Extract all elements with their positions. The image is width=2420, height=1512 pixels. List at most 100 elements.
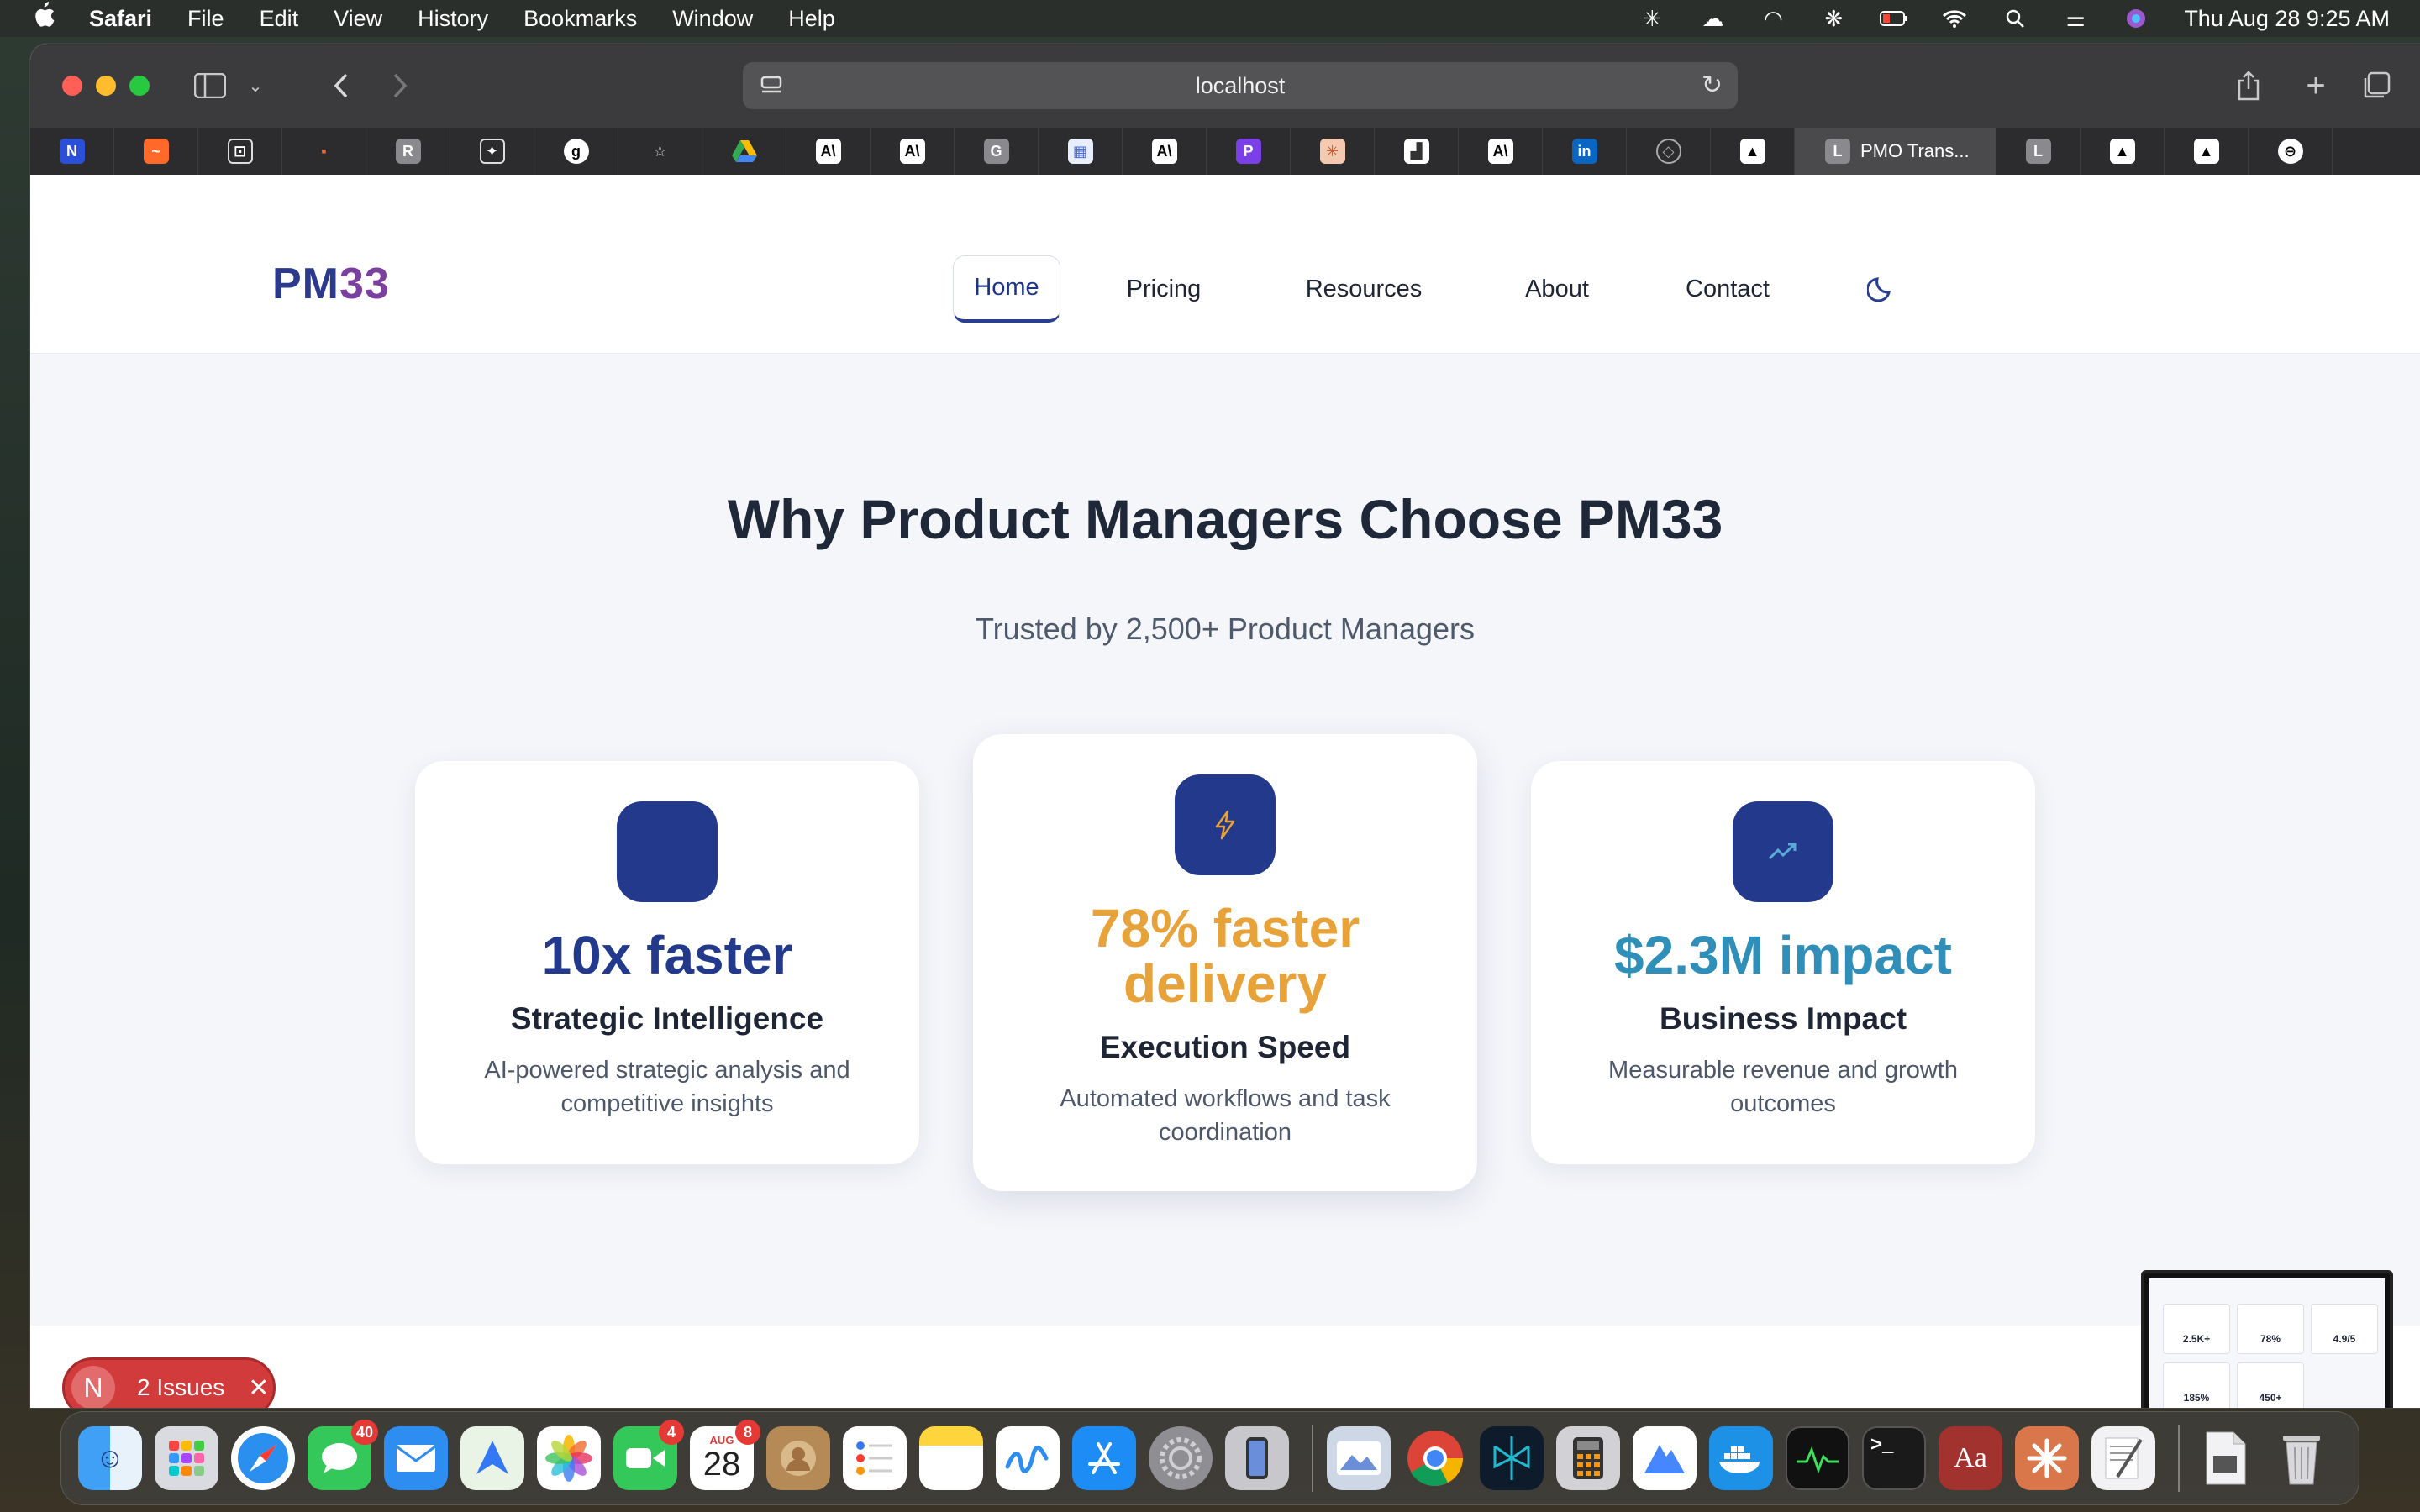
picture-in-picture-preview[interactable]: 2.5K+ 78% 4.9/5 185% 450+	[2141, 1270, 2393, 1408]
dark-mode-toggle-icon[interactable]	[1865, 274, 1896, 302]
pinned-tab[interactable]: ⊖	[2249, 128, 2333, 175]
menu-bookmarks[interactable]: Bookmarks	[523, 6, 637, 32]
nav-pricing[interactable]: Pricing	[1123, 255, 1205, 323]
wifi-icon[interactable]	[1940, 6, 1969, 31]
start-free-trial-button[interactable]: Start Free Trial	[1996, 269, 2161, 296]
reload-icon[interactable]: ↻	[1702, 71, 1723, 100]
address-bar[interactable]: localhost ↻	[743, 62, 1738, 109]
iphone-mirroring-icon[interactable]	[1225, 1426, 1289, 1490]
dictionary-icon[interactable]: Aa	[1939, 1426, 2002, 1490]
back-button[interactable]	[324, 69, 358, 102]
arc-icon[interactable]: ◠	[1759, 6, 1787, 31]
reminders-icon[interactable]	[843, 1426, 907, 1490]
pinned-tab[interactable]: A\	[1123, 128, 1207, 175]
launchpad-icon[interactable]	[155, 1426, 218, 1490]
battery-icon[interactable]	[1880, 6, 1908, 31]
pinned-tab[interactable]: ⊡	[198, 128, 282, 175]
pinned-tab[interactable]: R	[366, 128, 450, 175]
menu-app-name[interactable]: Safari	[89, 6, 152, 32]
activity-monitor-icon[interactable]	[1786, 1426, 1849, 1490]
pinned-tab[interactable]: A\	[786, 128, 871, 175]
tab-overview-icon[interactable]	[2360, 69, 2393, 102]
pinned-tab[interactable]: ▲	[2081, 128, 2165, 175]
mail-icon[interactable]	[384, 1426, 448, 1490]
textedit-icon[interactable]	[2091, 1426, 2155, 1490]
perplexity-icon[interactable]	[1480, 1426, 1544, 1490]
downloads-folder-icon[interactable]	[2193, 1426, 2257, 1490]
settings-icon[interactable]: ❋	[1819, 6, 1848, 31]
system-settings-icon[interactable]	[1149, 1426, 1213, 1490]
issues-label[interactable]: 2 Issues	[137, 1374, 224, 1401]
trash-icon[interactable]	[2270, 1426, 2333, 1490]
pinned-tab[interactable]: ~	[114, 128, 198, 175]
pinned-tab[interactable]: ▪	[282, 128, 366, 175]
menu-view[interactable]: View	[334, 6, 382, 32]
new-tab-icon[interactable]: +	[2299, 67, 2333, 104]
notes-icon[interactable]	[919, 1426, 983, 1490]
nav-about[interactable]: About	[1519, 255, 1595, 323]
pinned-tab[interactable]: ▲	[1711, 128, 1795, 175]
docker-icon[interactable]	[1709, 1426, 1773, 1490]
menu-help[interactable]: Help	[788, 6, 835, 32]
zoom-window-button[interactable]	[129, 76, 150, 96]
pinned-tab[interactable]: in	[1543, 128, 1627, 175]
nordvpn-icon[interactable]	[1633, 1426, 1697, 1490]
pinned-tab[interactable]: L	[1996, 128, 2081, 175]
pinned-tab[interactable]: ▲	[2165, 128, 2249, 175]
pinned-tab[interactable]: G	[955, 128, 1039, 175]
app-store-icon[interactable]	[1072, 1426, 1136, 1490]
pinned-tab[interactable]: A\	[871, 128, 955, 175]
terminal-icon[interactable]: >_	[1862, 1426, 1926, 1490]
forward-button[interactable]	[383, 69, 417, 102]
pinned-tab[interactable]: N	[30, 128, 114, 175]
nav-resources[interactable]: Resources	[1304, 255, 1423, 323]
preview-icon[interactable]	[1327, 1426, 1391, 1490]
window-controls	[62, 76, 163, 96]
issues-indicator[interactable]: N 2 Issues ✕	[62, 1357, 276, 1408]
apple-menu-icon[interactable]	[32, 1, 66, 35]
pinned-tab[interactable]: A\	[1459, 128, 1543, 175]
pinned-tab[interactable]: ▟	[1375, 128, 1459, 175]
pinned-tab[interactable]: P	[1207, 128, 1291, 175]
freeform-icon[interactable]	[996, 1426, 1060, 1490]
messages-icon[interactable]: 40	[308, 1420, 378, 1490]
page-menu-icon[interactable]	[760, 74, 783, 97]
nav-home[interactable]: Home	[953, 255, 1060, 323]
chevron-down-icon[interactable]: ⌄	[245, 69, 266, 102]
safari-icon[interactable]	[231, 1426, 295, 1490]
minimize-window-button[interactable]	[96, 76, 116, 96]
sidebar-toggle-icon[interactable]	[192, 69, 229, 102]
menu-edit[interactable]: Edit	[260, 6, 299, 32]
facetime-icon[interactable]: 4	[613, 1420, 684, 1490]
menu-clock[interactable]: Thu Aug 28 9:25 AM	[2184, 6, 2390, 32]
pinned-tab[interactable]: ✳	[1291, 128, 1375, 175]
pinned-tab[interactable]: ☆	[618, 128, 702, 175]
photos-icon[interactable]	[537, 1426, 601, 1490]
finder-icon[interactable]: ☺	[78, 1426, 142, 1490]
control-center-icon[interactable]: ⚌	[2061, 6, 2090, 31]
close-icon[interactable]: ✕	[248, 1373, 269, 1403]
contacts-icon[interactable]	[766, 1426, 830, 1490]
tab-active[interactable]: L PMO Trans...	[1795, 128, 1996, 175]
maps-icon[interactable]	[460, 1426, 524, 1490]
claude-icon[interactable]	[2015, 1426, 2079, 1490]
menu-window[interactable]: Window	[672, 6, 753, 32]
pinned-tab[interactable]: ✦	[450, 128, 534, 175]
calendar-icon[interactable]: AUG 28 8	[690, 1420, 760, 1490]
share-icon[interactable]	[2232, 69, 2265, 102]
search-icon[interactable]	[2001, 6, 2029, 31]
sparkle-icon[interactable]: ✳	[1638, 6, 1666, 31]
weather-icon[interactable]: ☁	[1698, 6, 1727, 31]
siri-icon[interactable]	[2122, 6, 2150, 31]
close-window-button[interactable]	[62, 76, 82, 96]
calculator-icon[interactable]	[1556, 1426, 1620, 1490]
pinned-tab[interactable]	[702, 128, 786, 175]
pinned-tab[interactable]: ◇	[1627, 128, 1711, 175]
chrome-icon[interactable]	[1403, 1426, 1467, 1490]
pinned-tab[interactable]: g	[534, 128, 618, 175]
pinned-tab[interactable]: ▦	[1039, 128, 1123, 175]
menu-file[interactable]: File	[187, 6, 224, 32]
menu-history[interactable]: History	[418, 6, 488, 32]
nav-contact[interactable]: Contact	[1681, 255, 1775, 323]
next-dev-badge[interactable]: N	[71, 1366, 115, 1408]
